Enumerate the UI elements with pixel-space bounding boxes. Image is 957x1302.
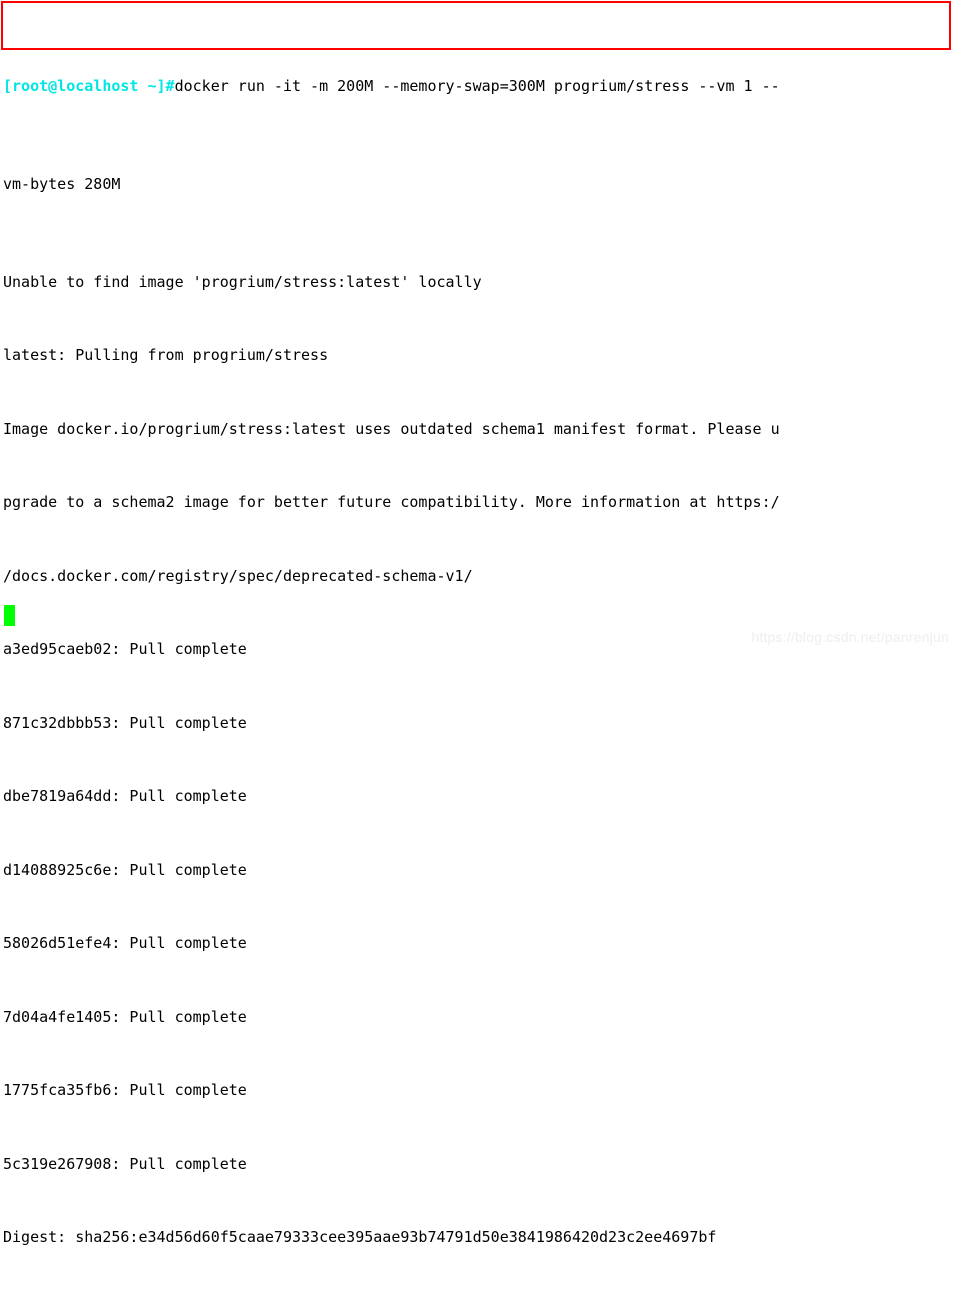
watermark-text: https://blog.csdn.net/panrenjun bbox=[751, 629, 949, 645]
output-line: Unable to find image 'progrium/stress:la… bbox=[0, 270, 957, 295]
output-line: d14088925c6e: Pull complete bbox=[0, 858, 957, 883]
command-line-wrap: vm-bytes 280M bbox=[0, 172, 957, 197]
terminal-cursor bbox=[4, 605, 15, 626]
output-line: 1775fca35fb6: Pull complete bbox=[0, 1078, 957, 1103]
output-line: pgrade to a schema2 image for better fut… bbox=[0, 490, 957, 515]
command-text-part2: vm-bytes 280M bbox=[3, 175, 120, 193]
output-line: 5c319e267908: Pull complete bbox=[0, 1152, 957, 1177]
command-text-part1: docker run -it -m 200M --memory-swap=300… bbox=[175, 77, 780, 95]
output-line: /docs.docker.com/registry/spec/deprecate… bbox=[0, 564, 957, 589]
output-line: Image docker.io/progrium/stress:latest u… bbox=[0, 417, 957, 442]
output-line: Digest: sha256:e34d56d60f5caae79333cee39… bbox=[0, 1225, 957, 1250]
output-line: Status: Downloaded newer image for progr… bbox=[0, 1299, 957, 1302]
shell-prompt: [root@localhost ~]# bbox=[3, 77, 175, 95]
output-line: 7d04a4fe1405: Pull complete bbox=[0, 1005, 957, 1030]
output-line: dbe7819a64dd: Pull complete bbox=[0, 784, 957, 809]
output-line: 58026d51efe4: Pull complete bbox=[0, 931, 957, 956]
terminal-window[interactable]: [root@localhost ~]#docker run -it -m 200… bbox=[0, 0, 957, 651]
command-line-first: [root@localhost ~]#docker run -it -m 200… bbox=[0, 74, 957, 99]
output-line: latest: Pulling from progrium/stress bbox=[0, 343, 957, 368]
output-line: 871c32dbbb53: Pull complete bbox=[0, 711, 957, 736]
